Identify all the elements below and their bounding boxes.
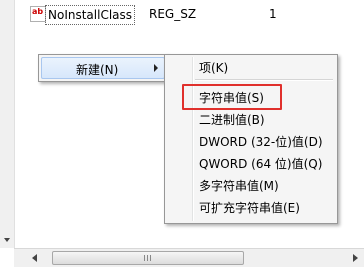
submenu-item-qword-value[interactable]: QWORD (64 位)值(Q) xyxy=(199,154,322,174)
submenu-arrow-icon xyxy=(154,64,158,72)
submenu-item-expandable-string-value[interactable]: 可扩充字符串值(E) xyxy=(199,198,300,218)
submenu-item-binary-value[interactable]: 二进制值(B) xyxy=(199,110,265,130)
horizontal-scrollbar[interactable] xyxy=(14,248,364,267)
scroll-right-arrow-icon[interactable] xyxy=(353,254,358,262)
scroll-left-arrow-icon[interactable] xyxy=(32,254,37,262)
context-menu: 新建(N) xyxy=(38,54,168,82)
registry-value-row[interactable]: ab NoInstallClass REG_SZ 1 xyxy=(28,4,364,26)
menu-separator xyxy=(195,79,333,81)
menu-item-new-label: 新建(N) xyxy=(76,63,119,77)
submenu-item-dword-value[interactable]: DWORD (32-位)值(D) xyxy=(199,132,323,152)
vertical-scrollbar[interactable] xyxy=(0,0,15,248)
scroll-down-arrow-icon[interactable] xyxy=(4,238,10,242)
grip-icon xyxy=(144,255,152,261)
scroll-thumb[interactable] xyxy=(52,251,244,265)
new-submenu: 项(K) 字符串值(S) 二进制值(B) DWORD (32-位)值(D) QW… xyxy=(164,54,338,224)
value-name: NoInstallClass xyxy=(45,5,136,25)
menu-gutter xyxy=(192,57,194,221)
menu-item-new[interactable]: 新建(N) xyxy=(41,57,165,79)
submenu-item-key[interactable]: 项(K) xyxy=(199,58,228,78)
string-value-icon: ab xyxy=(30,6,46,22)
submenu-item-multi-string-value[interactable]: 多字符串值(M) xyxy=(199,176,279,196)
value-data: 1 xyxy=(269,7,277,21)
red-highlight-box xyxy=(182,84,282,110)
value-type: REG_SZ xyxy=(149,7,197,21)
